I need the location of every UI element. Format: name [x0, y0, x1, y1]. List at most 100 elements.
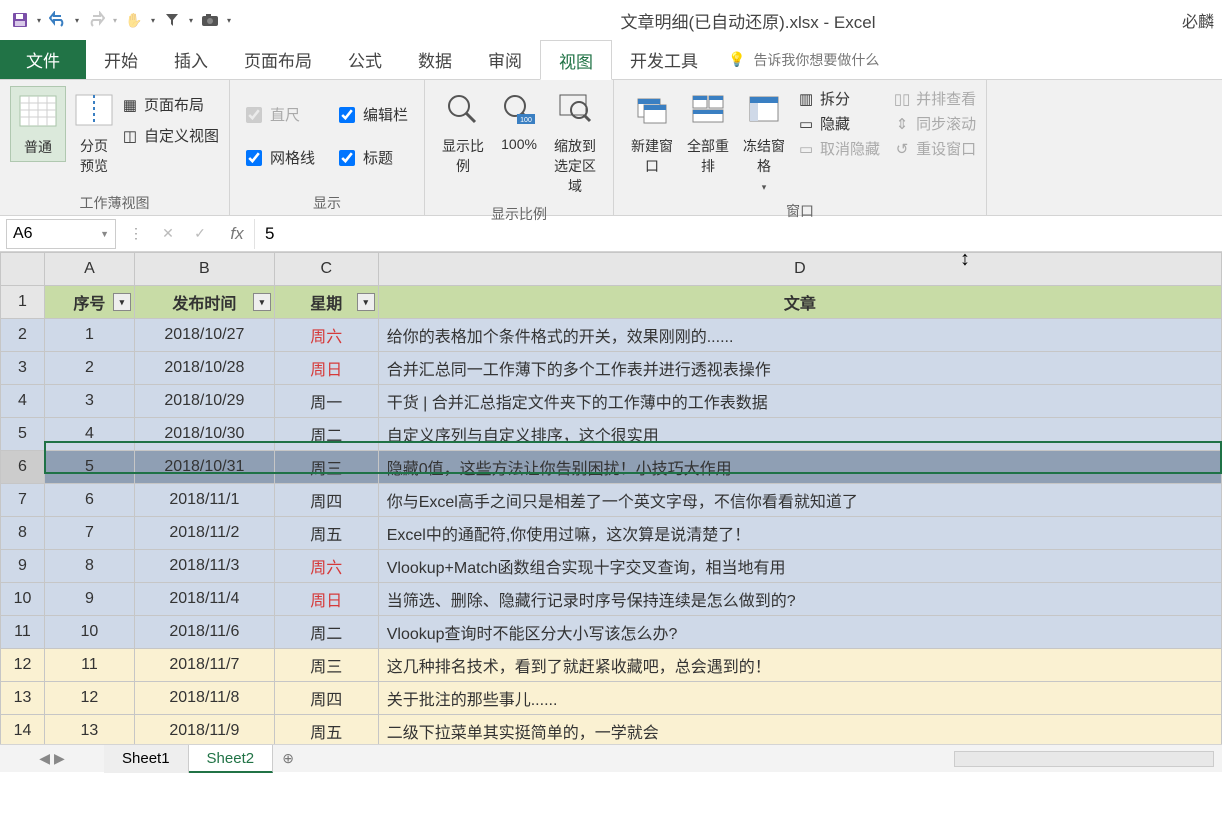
tab-view[interactable]: 视图 [540, 40, 612, 80]
cell-week[interactable]: 周日 [274, 352, 378, 385]
table-row[interactable]: 982018/11/3周六Vlookup+Match函数组合实现十字交叉查询，相… [1, 550, 1222, 583]
page-break-preview-button[interactable]: 分页 预览 [66, 86, 122, 180]
save-button[interactable] [8, 8, 32, 32]
col-header-A[interactable]: A [44, 253, 134, 286]
cell-date[interactable]: 2018/11/9 [134, 715, 274, 745]
row-header[interactable]: 11 [1, 616, 45, 649]
qat-dropdown-3[interactable]: ▾ [186, 8, 196, 32]
row-header[interactable]: 7 [1, 484, 45, 517]
tell-me-search[interactable]: 💡 告诉我你想要做什么 [716, 40, 891, 79]
table-row[interactable]: 13122018/11/8周四关于批注的那些事儿...... [1, 682, 1222, 715]
new-window-button[interactable]: 新建窗口 [624, 86, 680, 180]
zoom-selection-button[interactable]: 缩放到 选定区域 [547, 86, 603, 200]
cell-seq[interactable]: 2 [44, 352, 134, 385]
cell-week[interactable]: 周三 [274, 451, 378, 484]
row-header[interactable]: 1 [1, 286, 45, 319]
header-week[interactable]: 星期▾ [274, 286, 378, 319]
cell-date[interactable]: 2018/11/1 [134, 484, 274, 517]
cell-week[interactable]: 周五 [274, 715, 378, 745]
undo-dropdown[interactable]: ▾ [72, 8, 82, 32]
cell-article[interactable]: 二级下拉菜单其实挺简单的，一学就会 [378, 715, 1221, 745]
cancel-icon[interactable]: ✕ [154, 220, 182, 248]
cell-week[interactable]: 周二 [274, 616, 378, 649]
cell-date[interactable]: 2018/11/4 [134, 583, 274, 616]
cell-date[interactable]: 2018/11/8 [134, 682, 274, 715]
cell-date[interactable]: 2018/10/27 [134, 319, 274, 352]
qat-dropdown-2[interactable]: ▾ [148, 8, 158, 32]
row-header[interactable]: 13 [1, 682, 45, 715]
filter-week[interactable]: ▾ [357, 293, 375, 311]
row-header[interactable]: 10 [1, 583, 45, 616]
cell-week[interactable]: 周五 [274, 517, 378, 550]
table-row[interactable]: 872018/11/2周五Excel中的通配符,你使用过嘛，这次算是说清楚了！ [1, 517, 1222, 550]
cell-article[interactable]: 当筛选、删除、隐藏行记录时序号保持连续是怎么做到的? [378, 583, 1221, 616]
tab-layout[interactable]: 页面布局 [226, 40, 330, 79]
table-row[interactable]: 11102018/11/6周二Vlookup查询时不能区分大小写该怎么办? [1, 616, 1222, 649]
select-all-corner[interactable] [1, 253, 45, 286]
cell-seq[interactable]: 3 [44, 385, 134, 418]
cell-seq[interactable]: 1 [44, 319, 134, 352]
tab-file[interactable]: 文件 [0, 40, 86, 79]
cell-date[interactable]: 2018/11/6 [134, 616, 274, 649]
horizontal-scrollbar[interactable] [954, 751, 1214, 767]
zoom-button[interactable]: 显示比例 [435, 86, 491, 180]
split-button[interactable]: ▥拆分 [798, 88, 880, 109]
add-sheet-button[interactable]: ⊕ [273, 750, 303, 767]
table-row[interactable]: 432018/10/29周一干货 | 合并汇总指定文件夹下的工作薄中的工作表数据 [1, 385, 1222, 418]
cell-article[interactable]: Vlookup查询时不能区分大小写该怎么办? [378, 616, 1221, 649]
zoom-100-button[interactable]: 100100% [491, 86, 547, 156]
redo-dropdown[interactable]: ▾ [110, 8, 120, 32]
table-row[interactable]: 212018/10/27周六给你的表格加个条件格式的开关，效果刚刚的...... [1, 319, 1222, 352]
arrange-all-button[interactable]: 全部重排 [680, 86, 736, 180]
cell-article[interactable]: 干货 | 合并汇总指定文件夹下的工作薄中的工作表数据 [378, 385, 1221, 418]
cell-week[interactable]: 周六 [274, 550, 378, 583]
cell-article[interactable]: 合并汇总同一工作薄下的多个工作表并进行透视表操作 [378, 352, 1221, 385]
cell-week[interactable]: 周二 [274, 418, 378, 451]
table-row[interactable]: 12112018/11/7周三这几种排名技术，看到了就赶紧收藏吧，总会遇到的！ [1, 649, 1222, 682]
cell-date[interactable]: 2018/10/31 [134, 451, 274, 484]
col-header-B[interactable]: B [134, 253, 274, 286]
sheet-tab-1[interactable]: Sheet1 [104, 745, 189, 773]
name-box[interactable]: A6▼ [6, 219, 116, 249]
filter-seq[interactable]: ▾ [113, 293, 131, 311]
formula-bar[interactable]: 5 [254, 219, 1222, 249]
touch-mode-button[interactable]: ✋ [122, 8, 146, 32]
enter-icon[interactable]: ✓ [186, 220, 214, 248]
row-header[interactable]: 9 [1, 550, 45, 583]
cell-article[interactable]: Vlookup+Match函数组合实现十字交叉查询，相当地有用 [378, 550, 1221, 583]
cell-seq[interactable]: 5 [44, 451, 134, 484]
cell-article[interactable]: Excel中的通配符,你使用过嘛，这次算是说清楚了！ [378, 517, 1221, 550]
tab-review[interactable]: 审阅 [470, 40, 540, 79]
cell-seq[interactable]: 12 [44, 682, 134, 715]
row-header[interactable]: 8 [1, 517, 45, 550]
row-header[interactable]: 3 [1, 352, 45, 385]
row-header[interactable]: 14 [1, 715, 45, 745]
redo-button[interactable] [84, 8, 108, 32]
freeze-panes-button[interactable]: 冻结窗格▾ [736, 86, 792, 197]
row-header[interactable]: 4 [1, 385, 45, 418]
filter-button[interactable] [160, 8, 184, 32]
sheet-nav-next[interactable]: ▶ [54, 750, 65, 767]
cell-seq[interactable]: 9 [44, 583, 134, 616]
formula-bar-checkbox[interactable]: 编辑栏 [339, 104, 408, 125]
sheet-nav-prev[interactable]: ◀ [39, 750, 50, 767]
cell-date[interactable]: 2018/10/30 [134, 418, 274, 451]
table-row[interactable]: 542018/10/30周二自定义序列与自定义排序，这个很实用 [1, 418, 1222, 451]
col-header-D[interactable]: D [378, 253, 1221, 286]
cell-week[interactable]: 周四 [274, 484, 378, 517]
cell-date[interactable]: 2018/10/29 [134, 385, 274, 418]
cell-article[interactable]: 给你的表格加个条件格式的开关，效果刚刚的...... [378, 319, 1221, 352]
cell-week[interactable]: 周六 [274, 319, 378, 352]
col-header-C[interactable]: C [274, 253, 378, 286]
sheet-tab-2[interactable]: Sheet2 [189, 745, 274, 773]
table-row[interactable]: 14132018/11/9周五二级下拉菜单其实挺简单的，一学就会 [1, 715, 1222, 745]
tab-home[interactable]: 开始 [86, 40, 156, 79]
row-header[interactable]: 12 [1, 649, 45, 682]
cell-week[interactable]: 周四 [274, 682, 378, 715]
cell-date[interactable]: 2018/11/3 [134, 550, 274, 583]
cell-week[interactable]: 周三 [274, 649, 378, 682]
cell-seq[interactable]: 8 [44, 550, 134, 583]
cell-seq[interactable]: 10 [44, 616, 134, 649]
row-header[interactable]: 5 [1, 418, 45, 451]
custom-views-button[interactable]: ◫自定义视图 [122, 125, 219, 146]
